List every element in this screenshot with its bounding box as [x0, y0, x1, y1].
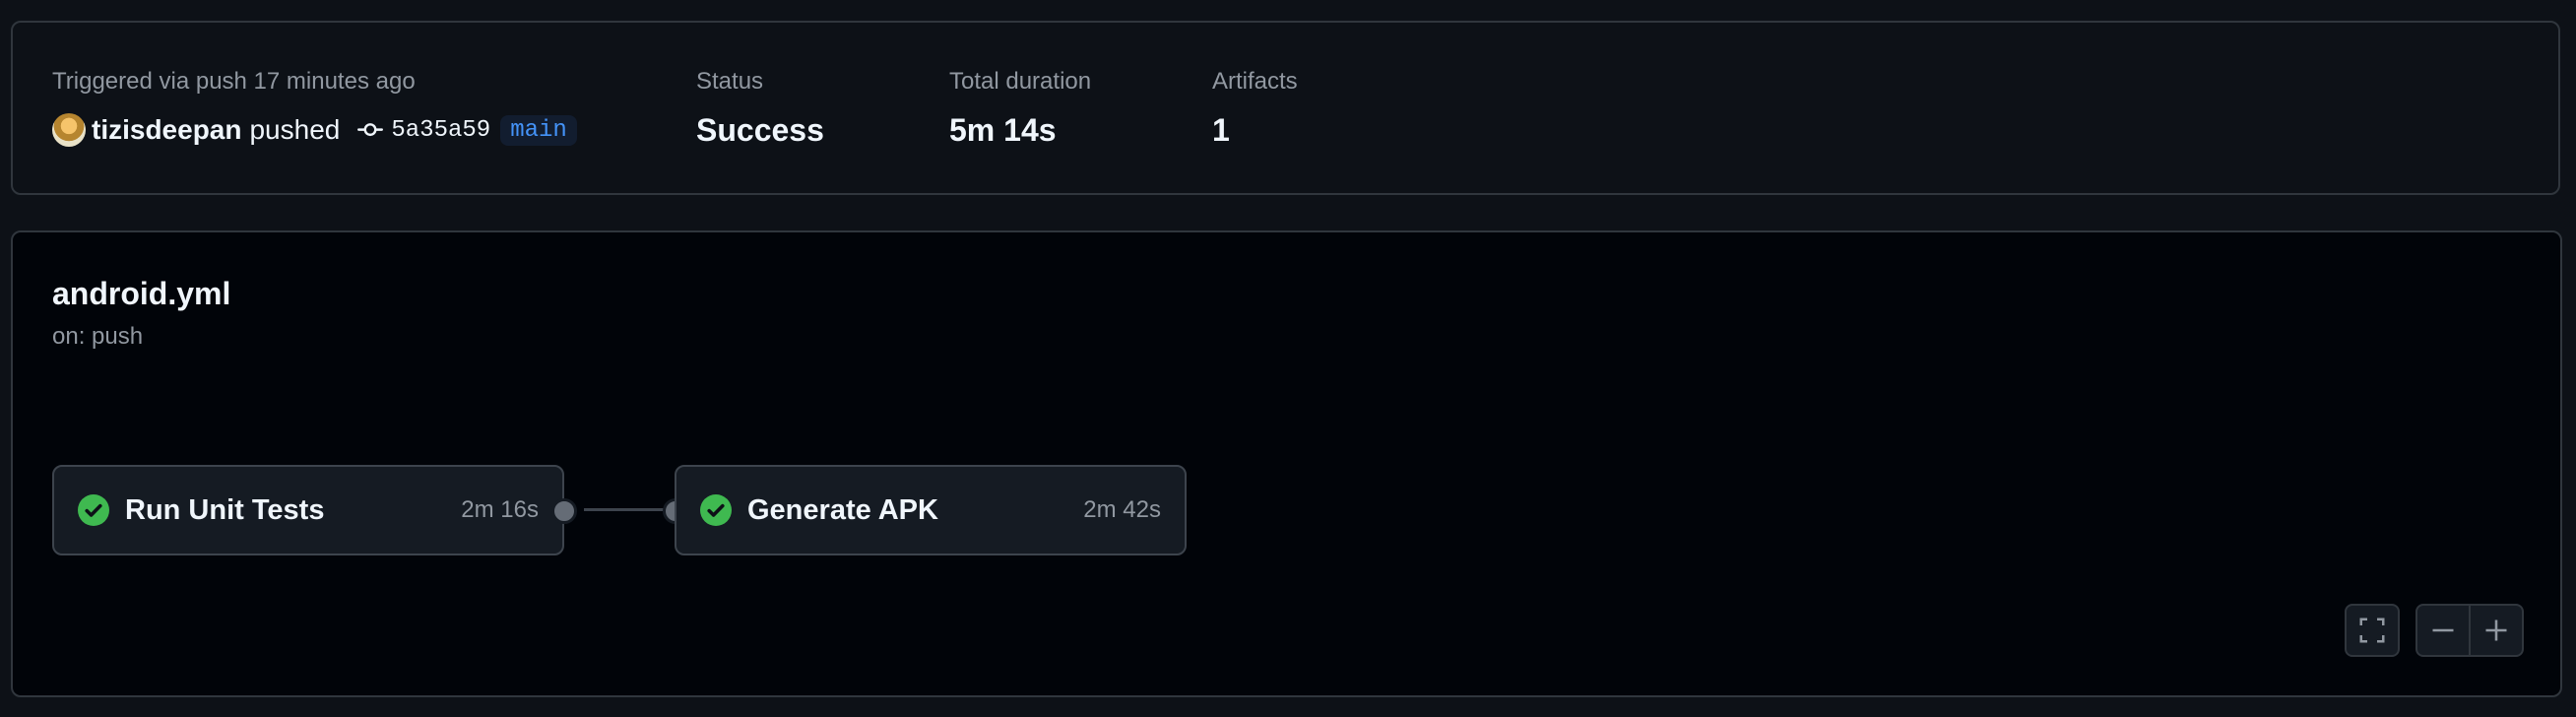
fullscreen-button[interactable] [2345, 604, 2400, 657]
duration-column: Total duration 5m 14s [949, 67, 1091, 150]
check-circle-icon [78, 494, 109, 526]
zoom-out-icon [2432, 628, 2454, 632]
git-commit-icon [357, 117, 384, 143]
job-duration: 2m 42s [1083, 496, 1161, 523]
actor-link[interactable]: tizisdeepan [92, 114, 241, 146]
status-column: Status Success [696, 67, 824, 150]
duration-label: Total duration [949, 68, 1092, 95]
avatar[interactable] [52, 113, 86, 147]
job-name: Run Unit Tests [125, 494, 325, 526]
job-name: Generate APK [747, 494, 938, 526]
zoom-controls [2415, 604, 2524, 657]
trigger-text: Triggered via push 17 minutes ago [52, 68, 416, 95]
trigger-column: Triggered via push 17 minutes ago tizisd… [52, 67, 577, 150]
status-value: Success [696, 112, 824, 148]
branch-label[interactable]: main [500, 114, 577, 146]
artifacts-value[interactable]: 1 [1212, 110, 1298, 150]
job-generate-apk[interactable]: Generate APK 2m 42s [675, 465, 1187, 555]
job-output-dot [551, 498, 577, 524]
zoom-in-icon [2485, 619, 2507, 641]
status-label: Status [696, 68, 764, 95]
workflow-graph: android.yml on: push Run Unit Tests 2m 1… [11, 230, 2562, 697]
artifacts-label: Artifacts [1212, 68, 1298, 95]
check-circle-icon [700, 494, 732, 526]
zoom-out-button[interactable] [2417, 606, 2469, 655]
duration-value: 5m 14s [949, 112, 1057, 148]
workflow-file-name: android.yml [52, 276, 231, 311]
action-text: pushed [249, 114, 341, 145]
artifacts-column: Artifacts 1 [1212, 67, 1298, 150]
push-info: tizisdeepan pushed 5a35a59 main [52, 110, 577, 150]
job-duration: 2m 16s [461, 496, 539, 523]
commit-sha-link[interactable]: 5a35a59 [391, 117, 490, 144]
job-run-unit-tests[interactable]: Run Unit Tests 2m 16s [52, 465, 564, 555]
run-summary-card: Triggered via push 17 minutes ago tizisd… [11, 21, 2560, 195]
zoom-in-button[interactable] [2471, 606, 2522, 655]
fullscreen-icon [2359, 618, 2385, 643]
workflow-trigger: on: push [52, 323, 144, 350]
